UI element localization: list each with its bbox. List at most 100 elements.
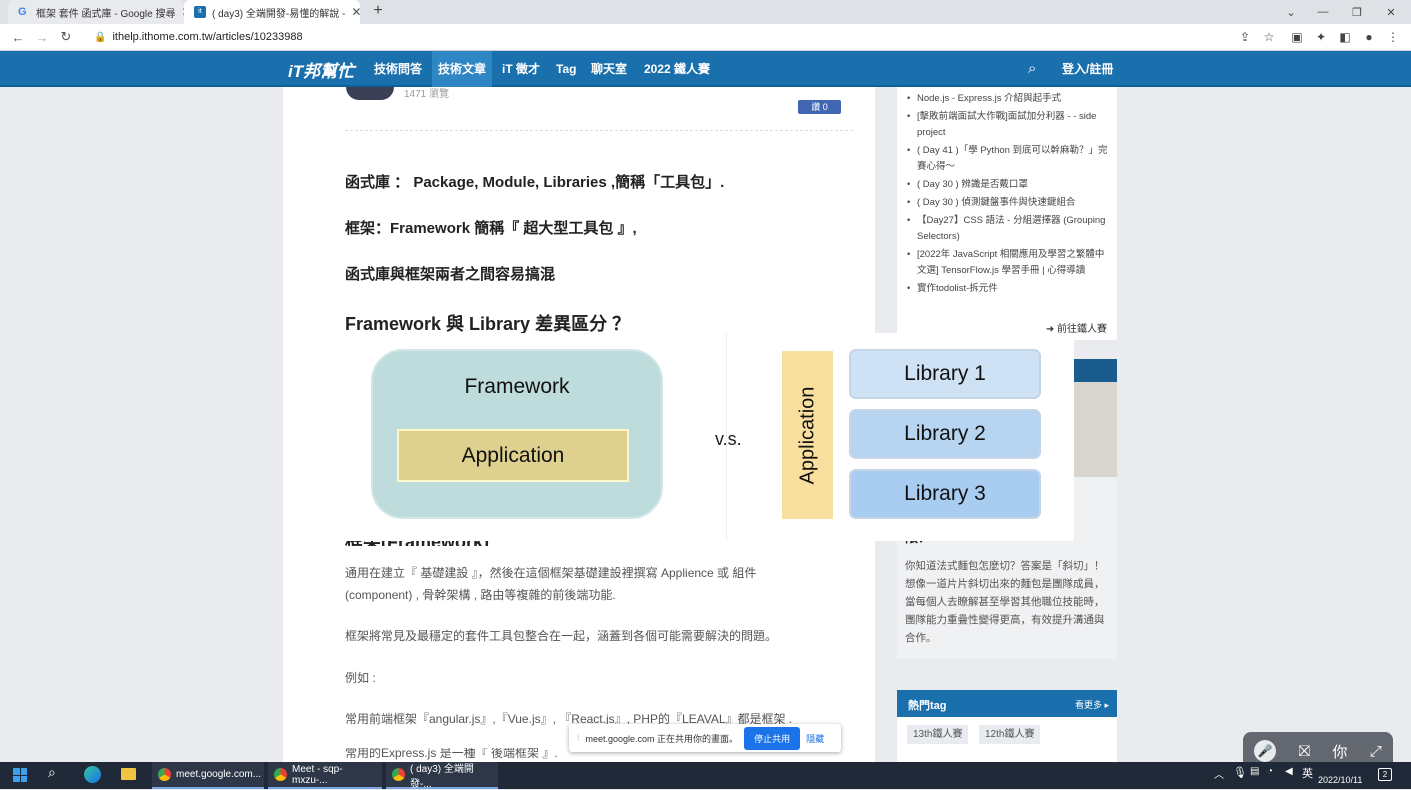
screen-share-extension-icon[interactable]: ▣ — [1288, 28, 1306, 46]
bullet-icon: • — [907, 93, 911, 104]
drag-handle-icon[interactable]: ⁞ — [577, 733, 580, 743]
tab-search-icon[interactable]: ⌄ — [1274, 0, 1308, 24]
paragraph: (component) , 骨幹架構 , 路由等複雜的前後端功能. — [345, 588, 616, 602]
bullet-icon: • — [907, 145, 911, 156]
new-tab-button[interactable]: + — [368, 2, 388, 22]
tag-chip[interactable]: 12th鐵人賽 — [979, 725, 1041, 744]
like-button[interactable]: 讚 0 — [798, 100, 841, 114]
lock-icon: 🔒 — [94, 31, 107, 43]
camera-off-icon[interactable]: ⛝ — [1299, 743, 1310, 760]
nav-qa[interactable]: 技術問答 — [368, 51, 428, 87]
extensions-puzzle-icon[interactable]: ✦ — [1312, 28, 1330, 46]
application-box: Application — [397, 429, 629, 482]
tray-overflow-icon[interactable]: ︿ — [1214, 766, 1224, 781]
ironman-article-link[interactable]: • [擊敗前端面試大作戰]面試加分利器 - - side project — [905, 109, 1110, 141]
ironman-article-link[interactable]: •( Day 30 ) 偵測鍵盤事件與快速鍵組合 — [905, 195, 1110, 211]
chrome-icon — [158, 768, 171, 781]
nav-tag[interactable]: Tag — [550, 51, 582, 87]
mic-off-icon[interactable]: 🎤 — [1254, 740, 1277, 762]
tab-title: 框架 套件 函式庫 - Google 搜尋 — [36, 8, 176, 20]
site-logo[interactable]: iT邦幫忙 — [288, 57, 354, 82]
ironman-article-link[interactable]: • 【Day27】CSS 語法 - 分組選擇器 (Grouping Selecto… — [905, 213, 1110, 245]
taskbar-date[interactable]: 2022/10/11 — [1318, 775, 1362, 785]
paragraph: 通用在建立『 基礎建設 』，然後在這個框架基礎建設裡撰寫 Applience 或… — [345, 566, 757, 580]
bullet-icon: • — [907, 283, 911, 294]
application-vertical-box: Application — [782, 351, 833, 519]
tray-network-icon[interactable]: ▤ — [1250, 766, 1259, 777]
tab-google-search[interactable]: G 框架 套件 函式庫 - Google 搜尋 ✕ — [8, 0, 184, 24]
library-1-box: Library 1 — [849, 349, 1041, 399]
self-view-label: 你 — [1332, 743, 1348, 761]
ime-indicator[interactable]: 英 — [1302, 765, 1313, 781]
paragraph: 框架將常見及最穩定的套件工具包整合在一起，涵蓋到各個可能需要解決的問題。 — [345, 629, 778, 643]
ironman-article-link[interactable]: • Node.js - Express.js 介紹與起手式 — [905, 91, 1110, 107]
url-text: ithelp.ithome.com.tw/articles/10233988 — [112, 31, 303, 43]
author-avatar — [346, 87, 394, 100]
profile-avatar-icon[interactable]: ● — [1360, 28, 1378, 46]
stop-sharing-button[interactable]: 停止共用 — [744, 726, 801, 750]
restore-icon[interactable]: ❐ — [1340, 0, 1374, 24]
login-register-link[interactable]: 登入/註冊 — [1056, 51, 1119, 87]
taskbar-search-icon[interactable]: ⌕ — [48, 764, 56, 781]
paragraph: 例如 : — [345, 671, 376, 685]
tag-chip[interactable]: 13th鐵人賽 — [907, 725, 969, 744]
edge-browser-icon[interactable] — [84, 766, 101, 783]
nav-jobs[interactable]: iT 徵才 — [496, 51, 546, 87]
library-2-box: Library 2 — [849, 409, 1041, 459]
close-tab-icon[interactable]: ✕ — [351, 5, 360, 19]
notification-icon[interactable]: 2 — [1378, 768, 1392, 781]
chrome-icon — [274, 768, 287, 781]
back-icon[interactable]: ← — [8, 28, 28, 46]
forward-icon[interactable]: → — [32, 28, 52, 46]
hide-banner-button[interactable]: 隱藏 — [806, 732, 824, 745]
promo-photo — [1069, 382, 1117, 477]
expand-icon[interactable]: ⤢ — [1370, 743, 1382, 760]
tab-article[interactable]: it ( day3) 全端開發-易懂的解說 - ✕ — [184, 0, 360, 24]
bullet-icon: • — [907, 215, 911, 226]
search-icon[interactable]: ⌕ — [1028, 60, 1046, 78]
bullet-icon: • — [907, 249, 911, 260]
application-vertical-label: Application — [796, 386, 818, 484]
bullet-icon: • — [907, 179, 911, 190]
tray-mic-icon[interactable]: 🎙 — [1233, 766, 1247, 779]
windows-start-icon[interactable] — [13, 768, 27, 782]
menu-kebab-icon[interactable]: ⋮ — [1384, 28, 1402, 46]
nav-ironman[interactable]: 2022 鐵人賽 — [638, 51, 716, 87]
ithelp-favicon-icon: it — [194, 6, 206, 18]
google-favicon-icon: G — [18, 6, 27, 18]
taskbar-app-article[interactable]: ( day3) 全端開發-... — [386, 762, 498, 790]
close-window-icon[interactable]: ✕ — [1374, 0, 1408, 24]
address-bar[interactable]: 🔒 ithelp.ithome.com.tw/articles/10233988 — [86, 27, 1246, 47]
share-notice-text: meet.google.com 正在共用你的畫面。 — [585, 733, 739, 744]
bookmark-star-icon[interactable]: ☆ — [1260, 28, 1278, 46]
taskbar-app-meet[interactable]: meet.google.com... — [152, 762, 264, 789]
view-count: 1471 瀏覽 — [404, 89, 450, 100]
bullet-icon: • — [907, 197, 911, 208]
tab-title: ( day3) 全端開發-易懂的解說 - — [212, 8, 346, 20]
heading-confusion: 函式庫與框架兩者之間容易搞混 — [345, 266, 556, 283]
taskbar-app-meet-room[interactable]: Meet - sqp-mxzu-... — [268, 762, 382, 789]
screen-share-banner: ⁞ meet.google.com 正在共用你的畫面。 停止共用 隱藏 — [569, 724, 841, 752]
divider — [345, 130, 853, 131]
tray-wifi-icon[interactable]: ◔ — [1267, 766, 1273, 777]
tray-volume-icon[interactable]: ◀ — [1285, 766, 1293, 777]
framework-vs-library-diagram: Framework Application v.s. Application L… — [325, 333, 1074, 541]
side-panel-icon[interactable]: ◧ — [1336, 28, 1354, 46]
library-3-box: Library 3 — [849, 469, 1041, 519]
nav-articles[interactable]: 技術文章 — [432, 51, 493, 87]
nav-chatroom[interactable]: 聊天室 — [585, 51, 633, 87]
see-more-tags-link[interactable]: 看更多 ▸ — [1075, 698, 1109, 711]
heading-library: 函式庫 ： Package, Module, Libraries ,簡稱「工具包… — [345, 174, 725, 191]
share-icon[interactable]: ⇪ — [1236, 28, 1254, 46]
ironman-article-link[interactable]: • [2022年 JavaScript 相關應用及學習之繁體中文選] Tensor… — [905, 247, 1110, 279]
reload-icon[interactable]: ↻ — [56, 28, 76, 46]
ironman-article-link[interactable]: •( Day 30 ) 辨識是否戴口罩 — [905, 177, 1110, 193]
ironman-article-link[interactable]: • 實作todolist-拆元件 — [905, 281, 1110, 297]
minimize-icon[interactable]: — — [1306, 0, 1340, 24]
chrome-icon — [392, 768, 405, 781]
vs-label: v.s. — [715, 429, 742, 449]
bullet-icon: • — [907, 111, 911, 122]
heading-framework: 框架：Framework 簡稱『 超大型工具包 』, — [345, 220, 637, 237]
ironman-article-link[interactable]: •( Day 41 )「學 Python 到底可以幹麻勒？」完賽心得～ — [905, 143, 1110, 175]
file-explorer-icon[interactable] — [121, 768, 136, 780]
